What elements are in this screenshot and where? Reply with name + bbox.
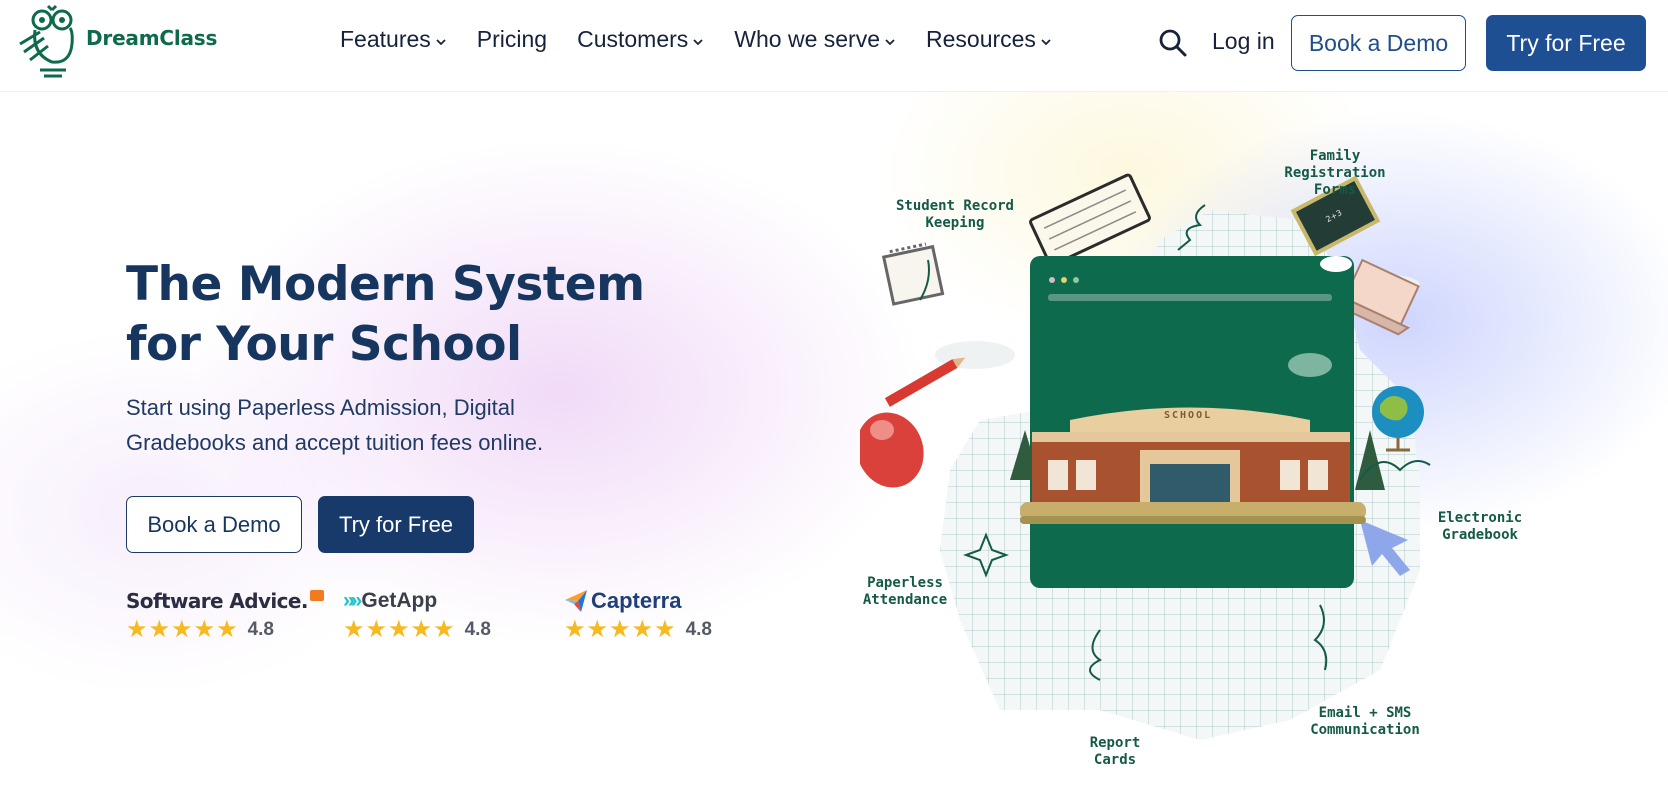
login-link[interactable]: Log in — [1212, 28, 1275, 55]
capterra-logo: Capterra — [564, 588, 712, 614]
nav-who-we-serve[interactable]: Who we serve — [734, 26, 896, 53]
star-rating: ★★★★★ — [564, 616, 677, 643]
nav-who-we-serve-label: Who we serve — [734, 26, 880, 52]
search-icon[interactable] — [1158, 28, 1188, 58]
label-student-record: Student Record Keeping — [895, 198, 1014, 231]
hero-title-line1: The Modern System — [126, 257, 645, 312]
software-advice-brand: Software Advice. — [126, 589, 308, 613]
chat-bubble-icon — [309, 589, 324, 601]
getapp-logo: »» GetApp — [343, 588, 491, 614]
nav-features-label: Features — [340, 26, 431, 52]
chevron-down-icon — [693, 38, 703, 45]
owl-logo-icon — [19, 4, 74, 78]
rating-score: 4.8 — [247, 619, 274, 640]
site-header: DreamClass Features Pricing Customers Wh… — [0, 0, 1668, 92]
brand-name: DreamClass — [86, 26, 218, 50]
hero-subtitle-line2: Gradebooks and accept tuition fees onlin… — [126, 430, 544, 455]
nav-features[interactable]: Features — [340, 26, 447, 53]
rating-getapp[interactable]: »» GetApp ★★★★★ 4.8 — [343, 588, 491, 642]
getapp-brand: GetApp — [361, 589, 438, 612]
mouse-icon — [856, 412, 924, 488]
chevron-down-icon — [885, 38, 895, 45]
hero-try-free-button[interactable]: Try for Free — [318, 496, 474, 553]
chevron-down-icon — [436, 38, 446, 45]
label-email-sms: Email + SMS Communication — [1310, 705, 1420, 738]
school-sign: SCHOOL — [1164, 410, 1212, 421]
getapp-chevrons-icon: »» — [343, 589, 362, 612]
label-paperless-attendance: Paperless Attendance — [862, 575, 948, 608]
star-rating: ★★★★★ — [126, 616, 239, 643]
software-advice-logo: Software Advice. — [126, 588, 324, 614]
main-nav: Features Pricing Customers Who we serve … — [340, 26, 1082, 53]
nav-customers-label: Customers — [577, 26, 689, 52]
label-electronic-gradebook: Electronic Gradebook — [1437, 510, 1523, 543]
pencil-icon — [884, 357, 966, 407]
nav-pricing-label: Pricing — [476, 26, 548, 52]
label-family-registration: Family Registration Forms — [1284, 148, 1386, 198]
rating-score: 4.8 — [685, 619, 712, 640]
nav-pricing[interactable]: Pricing — [477, 26, 547, 53]
header-try-free-button[interactable]: Try for Free — [1486, 15, 1646, 71]
hero-title-line2: for Your School — [126, 317, 522, 372]
star-rating: ★★★★★ — [343, 616, 456, 643]
nav-customers[interactable]: Customers — [577, 26, 704, 53]
hero-title: The Modern System for Your School — [126, 255, 686, 375]
rating-capterra[interactable]: Capterra ★★★★★ 4.8 — [564, 588, 712, 642]
nav-resources[interactable]: Resources — [926, 26, 1052, 53]
chevron-down-icon — [1041, 38, 1051, 45]
hero-book-demo-button[interactable]: Book a Demo — [126, 496, 302, 553]
capterra-arrow-icon — [565, 590, 587, 612]
notepad-icon — [881, 242, 945, 306]
school-illustration: 2+3 SCHOOL — [856, 173, 1431, 740]
capterra-brand: Capterra — [591, 588, 682, 613]
nav-resources-label: Resources — [926, 26, 1036, 52]
hero-illustration: 2+3 SCHOOL Student Record Keeping Family… — [856, 148, 1640, 790]
keyboard-icon — [1029, 173, 1151, 267]
hero-subtitle-line1: Start using Paperless Admission, Digital — [126, 395, 515, 420]
rating-score: 4.8 — [464, 619, 491, 640]
label-report-cards: Report Cards — [1089, 735, 1141, 768]
brand-logo[interactable]: DreamClass — [18, 4, 218, 78]
hero-subtitle: Start using Paperless Admission, Digital… — [126, 390, 566, 460]
rating-software-advice[interactable]: Software Advice. ★★★★★ 4.8 — [126, 588, 324, 642]
header-book-demo-button[interactable]: Book a Demo — [1291, 15, 1466, 71]
